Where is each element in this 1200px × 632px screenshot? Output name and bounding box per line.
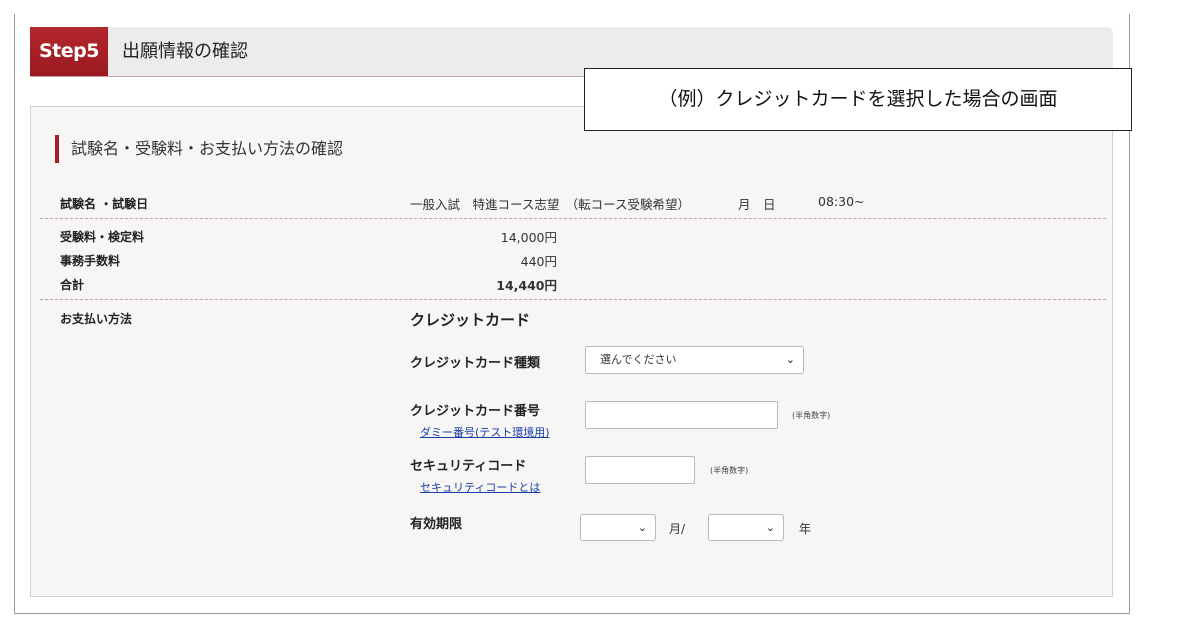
fee-label-handling: 事務手数料: [60, 254, 121, 268]
exam-date: 月 日: [738, 197, 776, 212]
exam-label: 試験名 ・試験日: [60, 197, 149, 211]
card-type-label: クレジットカード種類: [410, 356, 541, 371]
security-code-help-link[interactable]: セキュリティコードとは: [420, 479, 540, 495]
fee-label-exam: 受験料・検定料: [60, 230, 145, 244]
example-note: （例）クレジットカードを選択した場合の画面: [584, 68, 1132, 131]
exam-time: 08:30~: [818, 194, 865, 209]
card-type-select[interactable]: 選んでください ⌄: [585, 346, 804, 374]
fee-amount-exam: 14,000円: [500, 230, 557, 245]
page-title: 出願情報の確認: [122, 41, 248, 62]
chevron-down-icon: ⌄: [637, 521, 647, 534]
chevron-down-icon: ⌄: [785, 353, 795, 366]
security-code-label: セキュリティコード: [410, 459, 527, 474]
fee-label-total: 合計: [60, 278, 85, 292]
chevron-down-icon: ⌄: [765, 521, 775, 534]
card-number-label: クレジットカード番号: [410, 404, 541, 419]
fee-amount-total: 14,440円: [496, 278, 557, 293]
security-code-hint: (半角数字): [710, 466, 749, 475]
payment-label: お支払い方法: [60, 312, 133, 326]
fee-amount-handling: 440円: [520, 254, 557, 269]
divider: [40, 218, 1106, 219]
payment-method: クレジットカード: [410, 311, 531, 329]
dummy-number-link[interactable]: ダミー番号(テスト環境用): [420, 424, 550, 440]
card-type-selected: 選んでください: [600, 353, 677, 366]
card-number-hint: (半角数字): [792, 411, 831, 420]
confirmation-panel: 試験名・受験料・お支払い方法の確認: [30, 106, 1113, 597]
card-number-input[interactable]: [585, 401, 778, 429]
security-code-input[interactable]: [585, 456, 695, 484]
expiry-month-unit: 月/: [669, 522, 686, 536]
divider: [40, 299, 1106, 300]
expiry-label: 有効期限: [410, 517, 463, 532]
expiry-month-select[interactable]: ⌄: [580, 514, 656, 541]
expiry-year-select[interactable]: ⌄: [708, 514, 784, 541]
step-badge: Step5: [30, 27, 108, 76]
expiry-year-unit: 年: [799, 522, 812, 536]
section-title: 試験名・受験料・お支払い方法の確認: [55, 135, 343, 163]
exam-name: 一般入試 特進コース志望 （転コース受験希望）: [410, 197, 691, 212]
